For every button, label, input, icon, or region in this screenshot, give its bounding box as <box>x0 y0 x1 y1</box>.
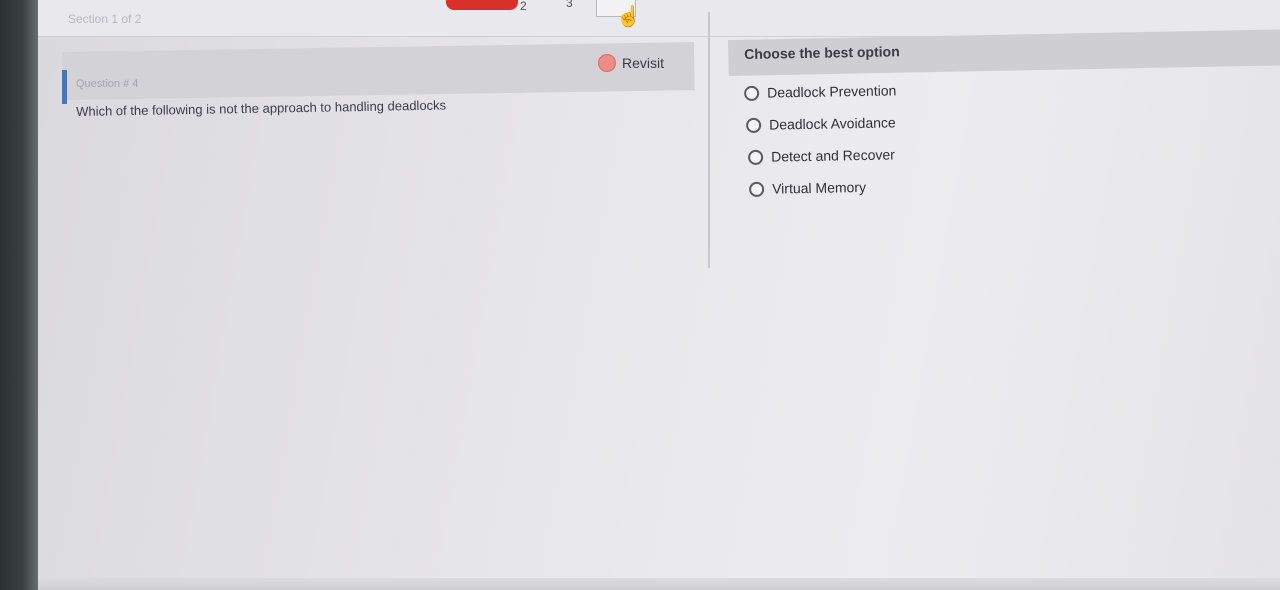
section-label: Section 1 of 2 <box>68 12 142 26</box>
question-accent-bar <box>62 70 67 104</box>
option-label: Detect and Recover <box>770 146 895 165</box>
monitor-bezel <box>0 0 38 590</box>
exam-screen: Section 1 of 2 2 3 ☝ Question # 4 Revisi… <box>0 0 1280 590</box>
question-number: Question # 4 <box>76 78 139 90</box>
answer-instruction: Choose the best option <box>744 43 900 62</box>
panel-divider <box>708 12 710 268</box>
revisit-button[interactable]: Revisit <box>598 54 664 72</box>
option-label: Deadlock Avoidance <box>768 114 896 133</box>
question-text: Which of the following is not the approa… <box>76 97 447 119</box>
question-panel: Question # 4 Revisit Which of the follow… <box>62 42 695 270</box>
option-virtual-memory[interactable]: Virtual Memory <box>749 179 866 197</box>
revisit-icon <box>598 54 616 72</box>
question-nav-3[interactable]: 3 <box>566 0 573 10</box>
radio-icon[interactable] <box>746 117 762 133</box>
option-label: Deadlock Prevention <box>766 82 897 101</box>
radio-icon[interactable] <box>744 85 760 101</box>
radio-icon[interactable] <box>749 181 765 197</box>
option-deadlock-prevention[interactable]: Deadlock Prevention <box>744 82 896 101</box>
question-nav-active[interactable] <box>446 0 518 10</box>
question-nav-2[interactable]: 2 <box>520 0 527 13</box>
answer-panel: Choose the best option Deadlock Preventi… <box>728 22 1280 222</box>
option-deadlock-avoidance[interactable]: Deadlock Avoidance <box>746 114 896 133</box>
option-label: Virtual Memory <box>771 178 867 197</box>
bottom-edge <box>38 578 1280 590</box>
revisit-label: Revisit <box>622 55 665 71</box>
radio-icon[interactable] <box>748 149 764 165</box>
hand-cursor-icon: ☝ <box>616 6 641 28</box>
option-detect-and-recover[interactable]: Detect and Recover <box>748 146 895 165</box>
